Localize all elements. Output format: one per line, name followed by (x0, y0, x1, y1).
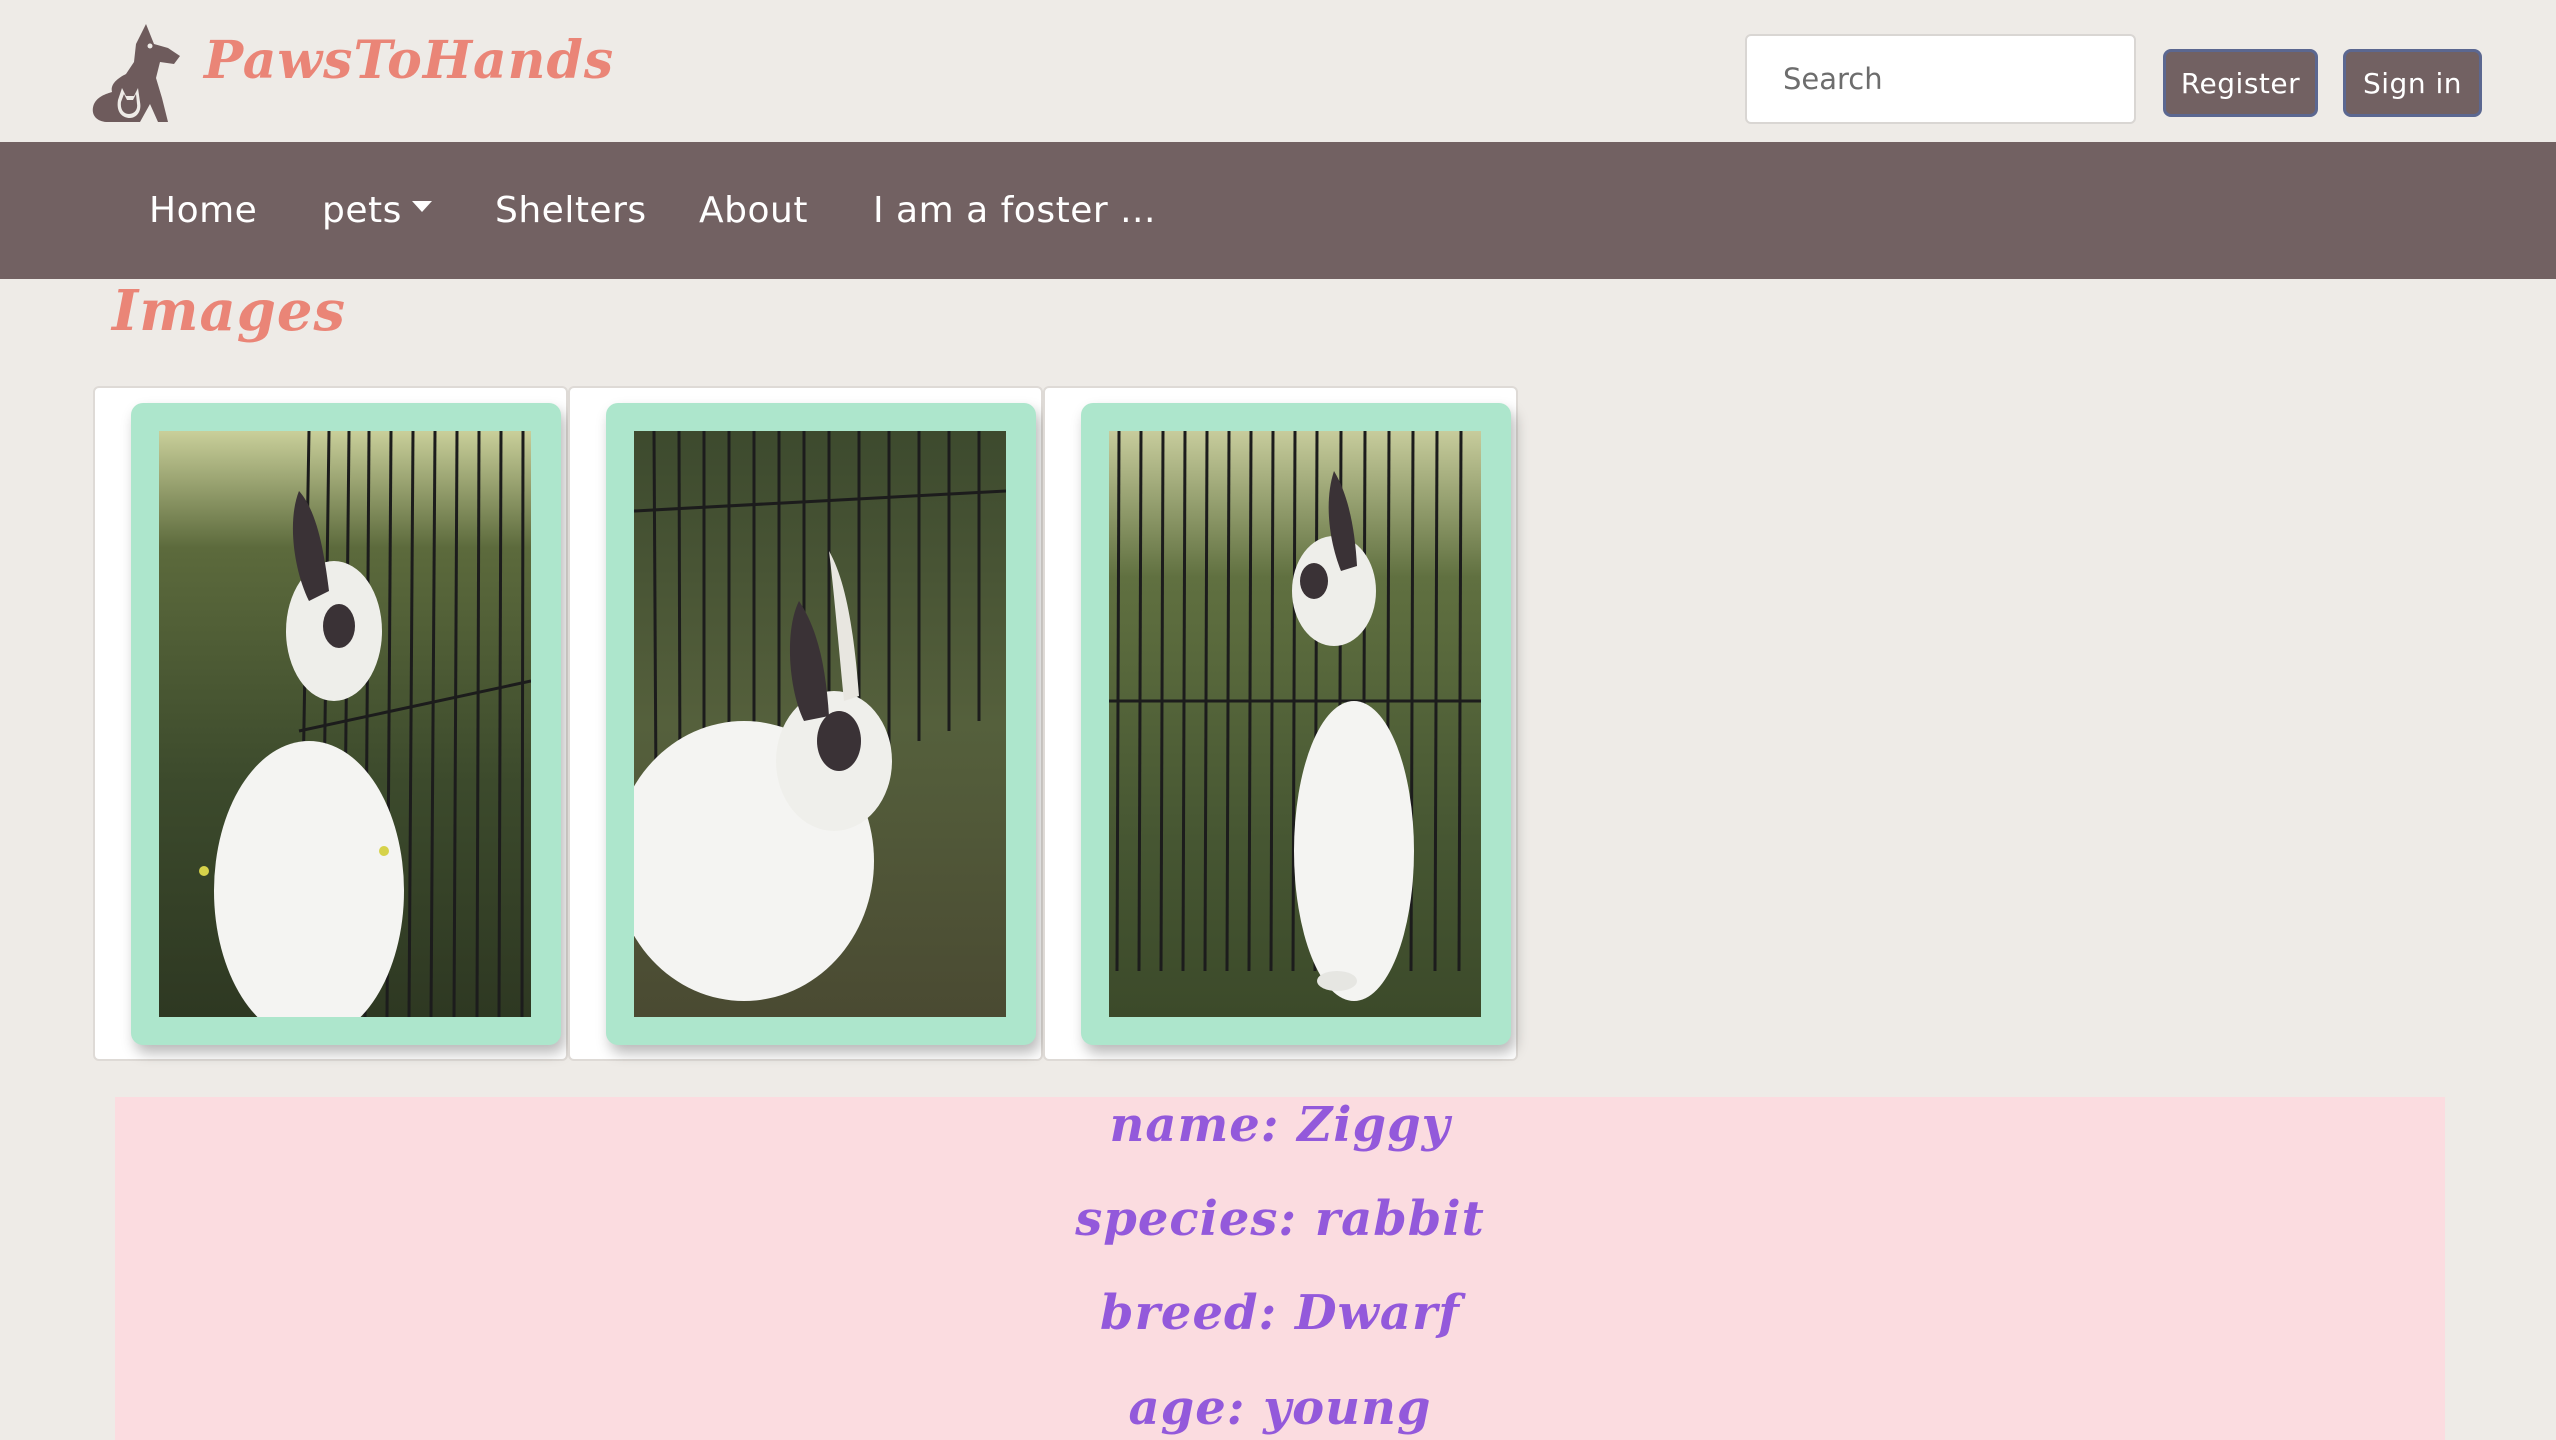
rabbit-photo-icon[interactable] (1109, 431, 1481, 1017)
pet-info-panel: name: Ziggy species: rabbit breed: Dwarf… (115, 1097, 2445, 1440)
nav-item-label: Shelters (495, 190, 647, 231)
caret-down-icon (411, 201, 432, 212)
search-input[interactable] (1745, 34, 2136, 124)
nav-item-about[interactable]: About (699, 142, 808, 279)
nav-item-label: Home (149, 190, 258, 231)
image-gallery (93, 386, 1518, 1061)
nav-item-label: I am a foster ... (873, 190, 1156, 231)
brand-name: PawsToHands (204, 29, 615, 91)
nav-item-home[interactable]: Home (149, 142, 257, 279)
gallery-card[interactable] (1043, 386, 1518, 1061)
nav-item-label: pets (322, 190, 402, 231)
photo-frame (1081, 403, 1511, 1045)
nav-item-label: About (699, 190, 808, 231)
pet-species: species: rabbit (1075, 1191, 1485, 1247)
main-navbar: Home pets Shelters About I am a foster .… (0, 142, 2556, 279)
register-button[interactable]: Register (2163, 49, 2318, 117)
nav-item-foster[interactable]: I am a foster ... (873, 142, 1156, 279)
rabbit-photo-icon[interactable] (159, 431, 531, 1017)
pet-age: age: young (1128, 1380, 1432, 1436)
dog-cat-logo-icon (92, 24, 180, 122)
photo-frame (606, 403, 1036, 1045)
rabbit-photo-icon[interactable] (634, 431, 1006, 1017)
nav-item-pets-dropdown[interactable]: pets (322, 142, 432, 279)
top-header: PawsToHands Register Sign in (0, 0, 2556, 142)
brand-home-link[interactable]: PawsToHands (88, 22, 614, 126)
sign-in-button[interactable]: Sign in (2343, 49, 2482, 117)
pet-breed: breed: Dwarf (1100, 1285, 1460, 1341)
gallery-card[interactable] (93, 386, 568, 1061)
photo-frame (131, 403, 561, 1045)
images-heading: Images (112, 278, 347, 344)
gallery-card[interactable] (568, 386, 1043, 1061)
pet-name: name: Ziggy (1109, 1097, 1451, 1153)
nav-item-shelters[interactable]: Shelters (495, 142, 647, 279)
